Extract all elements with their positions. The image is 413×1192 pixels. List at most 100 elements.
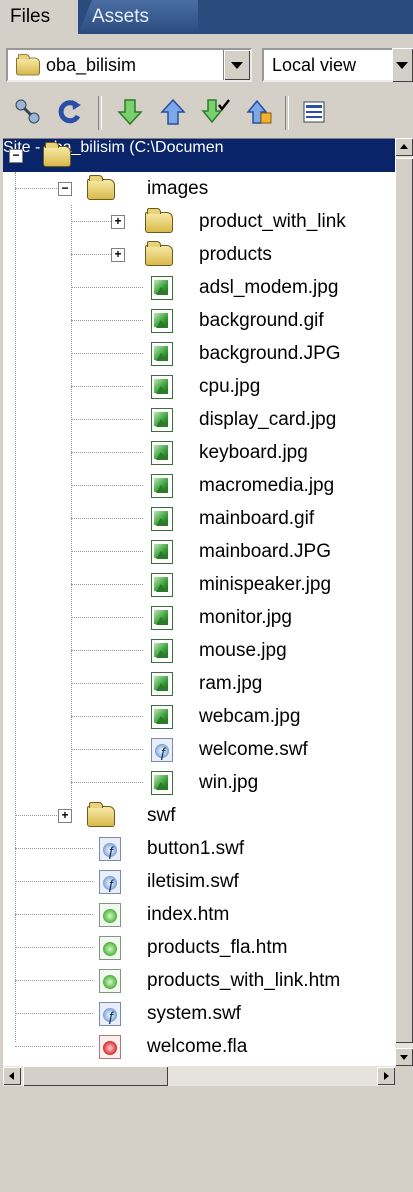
toolbar-separator: [285, 96, 289, 130]
tree-item-label: minispeaker.jpg: [199, 574, 332, 595]
tree-item[interactable]: mainboard.JPG: [3, 535, 395, 568]
scroll-down-button[interactable]: [395, 1048, 413, 1066]
tree-root-label: Site - oba_bilisim (C:\Documen: [3, 139, 224, 156]
tree-vertical-scrollbar[interactable]: [395, 138, 413, 1066]
tree-item-label: system.swf: [147, 1003, 241, 1024]
scroll-left-button[interactable]: [3, 1067, 21, 1085]
tree-item[interactable]: monitor.jpg: [3, 601, 395, 634]
scroll-up-button[interactable]: [395, 138, 413, 156]
fla-file-icon: [99, 1035, 121, 1059]
tree-item-label: images: [147, 178, 209, 199]
tree-item-label: swf: [147, 805, 176, 826]
folder-icon: [145, 208, 173, 233]
expand-view-icon[interactable]: [296, 94, 332, 130]
site-file-tree[interactable]: − Site - oba_bilisim (C:\Documen − image…: [3, 138, 395, 1067]
tree-item[interactable]: mainboard.gif: [3, 502, 395, 535]
expand-toggle[interactable]: +: [58, 809, 72, 823]
flash-file-icon: [151, 738, 173, 763]
html-file-icon: [99, 969, 121, 993]
tree-folder-images[interactable]: − images: [3, 172, 395, 205]
tree-horizontal-scrollbar[interactable]: [3, 1066, 395, 1086]
tree-item[interactable]: products_fla.htm: [3, 931, 395, 964]
image-file-icon: [151, 606, 173, 630]
refresh-icon[interactable]: [52, 94, 88, 130]
tree-item-label: cpu.jpg: [199, 376, 261, 397]
flash-file-icon: [99, 837, 121, 862]
flash-file-icon: [99, 1002, 121, 1027]
tree-item[interactable]: + products: [3, 238, 395, 271]
tree-item-label: ram.jpg: [199, 673, 263, 694]
image-file-icon: [151, 408, 173, 432]
tree-item-label: products: [199, 244, 272, 265]
tree-item[interactable]: cpu.jpg: [3, 370, 395, 403]
tree-item[interactable]: iletisim.swf: [3, 865, 395, 898]
folder-icon: [145, 241, 173, 266]
image-file-icon: [151, 309, 173, 333]
get-files-icon[interactable]: [112, 94, 148, 130]
tree-item-label: monitor.jpg: [199, 607, 292, 628]
tree-item[interactable]: mouse.jpg: [3, 634, 395, 667]
collapse-toggle[interactable]: −: [9, 149, 23, 163]
tree-item[interactable]: win.jpg: [3, 766, 395, 799]
tree-item[interactable]: ram.jpg: [3, 667, 395, 700]
tree-item-label: iletisim.swf: [147, 871, 239, 892]
tree-item[interactable]: minispeaker.jpg: [3, 568, 395, 601]
tree-item[interactable]: + swf: [3, 799, 395, 832]
tree-item[interactable]: macromedia.jpg: [3, 469, 395, 502]
tree-item[interactable]: background.JPG: [3, 337, 395, 370]
check-out-icon[interactable]: [198, 94, 234, 130]
tree-item[interactable]: + product_with_link: [3, 205, 395, 238]
connect-icon[interactable]: [10, 94, 46, 130]
image-file-icon: [151, 507, 173, 531]
view-select-dropdown-button[interactable]: [392, 48, 413, 82]
check-in-icon[interactable]: [241, 94, 277, 130]
tree-item[interactable]: display_card.jpg: [3, 403, 395, 436]
tree-item[interactable]: background.gif: [3, 304, 395, 337]
horizontal-scroll-thumb[interactable]: [23, 1066, 168, 1086]
file-toolbar: [0, 88, 413, 138]
flash-file-icon: [99, 870, 121, 895]
image-file-icon: [151, 375, 173, 399]
tree-root-site[interactable]: − Site - oba_bilisim (C:\Documen: [3, 139, 395, 172]
expand-toggle[interactable]: +: [111, 248, 125, 262]
tree-item-label: welcome.fla: [147, 1036, 248, 1057]
image-file-icon: [151, 639, 173, 663]
site-select-dropdown-button[interactable]: [223, 50, 250, 80]
tree-item-label: macromedia.jpg: [199, 475, 335, 496]
tree-item[interactable]: webcam.jpg: [3, 700, 395, 733]
view-select[interactable]: Local view: [262, 48, 413, 82]
tree-item-label: products_with_link.htm: [147, 970, 341, 991]
tree-item[interactable]: welcome.swf: [3, 733, 395, 766]
put-files-icon[interactable]: [155, 94, 191, 130]
tree-item[interactable]: adsl_modem.jpg: [3, 271, 395, 304]
expand-toggle[interactable]: +: [111, 215, 125, 229]
tree-item-label: keyboard.jpg: [199, 442, 308, 463]
tree-item[interactable]: welcome.fla: [3, 1030, 395, 1063]
tree-item[interactable]: keyboard.jpg: [3, 436, 395, 469]
tree-item-label: win.jpg: [199, 772, 259, 793]
image-file-icon: [151, 705, 173, 729]
collapse-toggle[interactable]: −: [58, 182, 72, 196]
toolbar-separator: [98, 96, 102, 130]
tree-item-label: mouse.jpg: [199, 640, 287, 661]
folder-icon: [87, 175, 115, 200]
tree-item[interactable]: system.swf: [3, 997, 395, 1030]
tree-item-label: background.JPG: [199, 343, 341, 364]
tree-item-label: mainboard.gif: [199, 508, 315, 529]
tree-item[interactable]: button1.swf: [3, 832, 395, 865]
tree-item-label: background.gif: [199, 310, 324, 331]
tree-item[interactable]: index.htm: [3, 898, 395, 931]
site-select[interactable]: oba_bilisim: [6, 48, 252, 82]
image-file-icon: [151, 771, 173, 795]
tree-item-label: button1.swf: [147, 838, 245, 859]
site-folder-icon: [43, 142, 71, 167]
tree-item-label: display_card.jpg: [199, 409, 337, 430]
tree-item[interactable]: products_with_link.htm: [3, 964, 395, 997]
image-file-icon: [151, 276, 173, 300]
tree-item-label: welcome.swf: [199, 739, 308, 760]
tab-assets[interactable]: Assets: [78, 0, 198, 34]
vertical-scroll-thumb[interactable]: [395, 158, 413, 1043]
scroll-right-button[interactable]: [377, 1067, 395, 1085]
image-file-icon: [151, 342, 173, 366]
tab-files[interactable]: Files: [0, 0, 78, 34]
